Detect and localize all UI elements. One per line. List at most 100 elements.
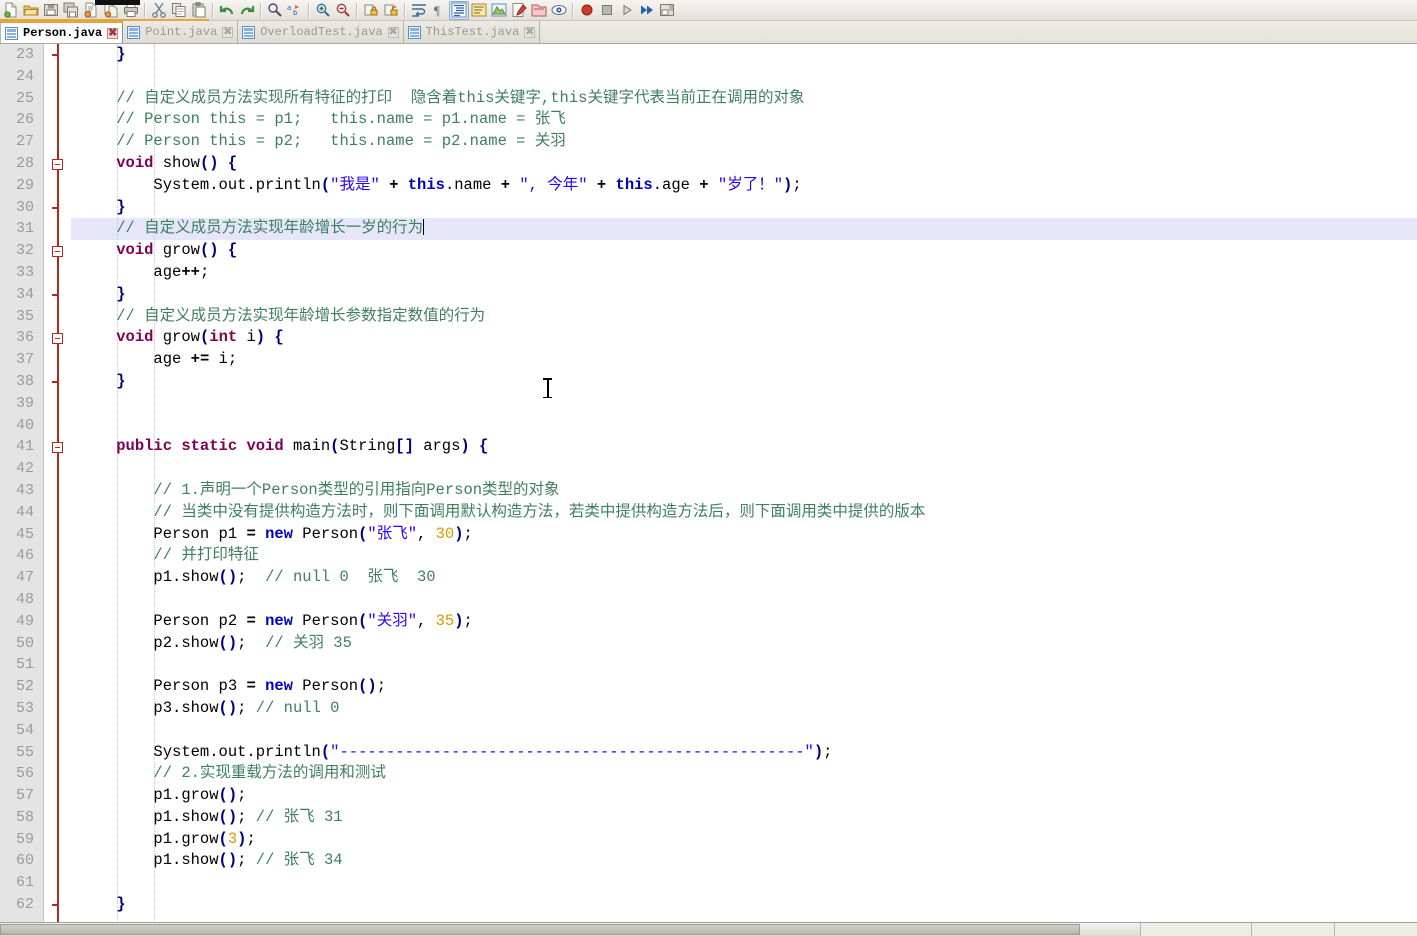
code-line[interactable]: // 并打印特征 — [71, 545, 1417, 567]
code-line[interactable]: } — [71, 197, 1417, 219]
show-pilcrow-icon[interactable]: ¶ — [429, 1, 449, 20]
line-number: 29 — [15, 176, 34, 194]
code-line[interactable]: } — [71, 284, 1417, 306]
code-line[interactable] — [71, 872, 1417, 894]
tab-close-icon[interactable]: ✖ — [107, 27, 119, 39]
code-line[interactable]: Person p3 = new Person(); — [71, 676, 1417, 698]
redo-icon[interactable] — [237, 1, 257, 20]
zoom-out-icon[interactable] — [333, 1, 353, 20]
code-line[interactable]: p1.show(); // 张飞 34 — [71, 850, 1417, 872]
run-macro-multiple-icon[interactable] — [637, 1, 657, 20]
code-line[interactable]: } — [71, 894, 1417, 916]
code-line[interactable] — [71, 720, 1417, 742]
lock-icon[interactable] — [361, 1, 381, 20]
open-folder-icon[interactable] — [21, 1, 41, 20]
fold-collapse-icon[interactable] — [44, 240, 71, 262]
stop-macro-icon[interactable] — [597, 1, 617, 20]
unlock-icon[interactable] — [381, 1, 401, 20]
code-line[interactable]: } — [71, 44, 1417, 66]
show-wrap-symbol-icon[interactable] — [469, 1, 489, 20]
code-line[interactable]: // 自定义成员方法实现年龄增长一岁的行为 — [71, 218, 1417, 240]
code-token: ( — [320, 175, 331, 194]
code-line[interactable]: p1.grow(); — [71, 785, 1417, 807]
code-line[interactable]: p2.show(); // 关羽 35 — [71, 633, 1417, 655]
fold-collapse-icon[interactable] — [44, 436, 71, 458]
code-line[interactable]: // 自定义成员方法实现年龄增长参数指定数值的行为 — [71, 306, 1417, 328]
code-line[interactable]: public static void main(String[] args) { — [71, 436, 1417, 458]
fold-slot — [44, 524, 71, 546]
fold-slot — [44, 698, 71, 720]
code-line[interactable]: p1.show(); // 张飞 31 — [71, 807, 1417, 829]
save-icon[interactable] — [41, 1, 61, 20]
paste-icon[interactable] — [189, 1, 209, 20]
code-line[interactable]: void grow() { — [71, 240, 1417, 262]
tab-person-java[interactable]: Person.java ✖ — [0, 21, 124, 43]
tab-point-java[interactable]: Point.java ✖ — [123, 21, 239, 43]
code-lines[interactable]: } // 自定义成员方法实现所有特征的打印 隐含着this关键字,this关键字… — [71, 44, 1417, 916]
code-line[interactable]: // Person this = p2; this.name = p2.name… — [71, 131, 1417, 153]
tab-overloadtest-java[interactable]: OverloadTest.java ✖ — [238, 21, 404, 43]
code-line[interactable]: void grow(int i) { — [71, 327, 1417, 349]
folder-as-workspace-icon[interactable] — [529, 1, 549, 20]
fold-slot — [44, 88, 71, 110]
document-tab-bar[interactable]: Person.java ✖ Point.java ✖ OverloadTest.java… — [0, 21, 1417, 44]
code-line[interactable]: Person p2 = new Person("关羽", 35); — [71, 611, 1417, 633]
code-line[interactable]: // 2.实现重载方法的调用和测试 — [71, 763, 1417, 785]
code-line[interactable] — [71, 589, 1417, 611]
tab-close-icon[interactable]: ✖ — [387, 26, 399, 38]
tab-close-icon[interactable]: ✖ — [524, 26, 536, 38]
code-line[interactable] — [71, 654, 1417, 676]
code-line[interactable]: // 自定义成员方法实现所有特征的打印 隐含着this关键字,this关键字代表… — [71, 88, 1417, 110]
code-folding-margin[interactable] — [44, 44, 71, 922]
code-line[interactable]: System.out.println("我是" + this.name + ",… — [71, 175, 1417, 197]
tab-close-icon[interactable]: ✖ — [222, 26, 234, 38]
fold-collapse-icon[interactable] — [44, 327, 71, 349]
record-macro-icon[interactable] — [577, 1, 597, 20]
play-macro-icon[interactable] — [617, 1, 637, 20]
code-line[interactable] — [71, 66, 1417, 88]
zoom-in-icon[interactable] — [313, 1, 333, 20]
text-cursor-ibeam — [543, 378, 552, 398]
code-line[interactable] — [71, 393, 1417, 415]
find-icon[interactable] — [265, 1, 285, 20]
code-text-area[interactable]: } // 自定义成员方法实现所有特征的打印 隐含着this关键字,this关键字… — [71, 44, 1417, 922]
code-line[interactable]: p1.show(); // null 0 张飞 30 — [71, 567, 1417, 589]
show-indent-guide-icon[interactable] — [449, 0, 469, 20]
code-line[interactable]: // 当类中没有提供构造方法时，则下面调用默认构造方法，若类中提供构造方法后，则… — [71, 502, 1417, 524]
save-all-icon[interactable] — [61, 1, 81, 20]
code-line[interactable]: age++; — [71, 262, 1417, 284]
code-line[interactable]: } — [71, 371, 1417, 393]
fold-collapse-icon[interactable] — [44, 153, 71, 175]
document-map-icon[interactable] — [549, 1, 569, 20]
undo-icon[interactable] — [217, 1, 237, 20]
code-token: p1.grow — [153, 786, 219, 805]
code-token: new — [265, 524, 293, 543]
fold-slot — [44, 589, 71, 611]
code-token: } — [116, 45, 126, 63]
line-number: 42 — [15, 460, 34, 478]
code-line[interactable]: System.out.println("--------------------… — [71, 742, 1417, 764]
code-line[interactable]: p3.show(); // null 0 — [71, 698, 1417, 720]
copy-icon[interactable] — [169, 1, 189, 20]
code-line[interactable]: p1.grow(3); — [71, 829, 1417, 851]
code-line[interactable]: Person p1 = new Person("张飞", 30); — [71, 524, 1417, 546]
code-line[interactable]: // 1.声明一个Person类型的引用指向Person类型的对象 — [71, 480, 1417, 502]
user-defined-language-icon[interactable] — [489, 1, 509, 20]
cut-icon[interactable] — [149, 1, 169, 20]
new-file-icon[interactable] — [1, 1, 21, 20]
word-wrap-icon[interactable] — [409, 1, 429, 20]
save-macro-icon[interactable] — [657, 1, 677, 20]
replace-icon[interactable]: ab — [285, 1, 305, 20]
horizontal-scrollbar[interactable] — [0, 923, 1140, 936]
code-editor[interactable]: 23 24 25 26 27 28 29 30 31 32 33 34 35 36 37 38 39 40 41 42… — [0, 44, 1417, 922]
code-line[interactable] — [71, 458, 1417, 480]
code-line[interactable] — [71, 415, 1417, 437]
code-line[interactable]: age += i; — [71, 349, 1417, 371]
tab-thistest-java[interactable]: ThisTest.java ✖ — [403, 21, 541, 43]
code-line[interactable]: // Person this = p1; this.name = p1.name… — [71, 109, 1417, 131]
code-token: ) — [813, 742, 824, 761]
function-list-icon[interactable] — [509, 1, 529, 20]
horizontal-scrollbar-thumb[interactable] — [0, 924, 1080, 935]
code-line[interactable]: void show() { — [71, 153, 1417, 175]
